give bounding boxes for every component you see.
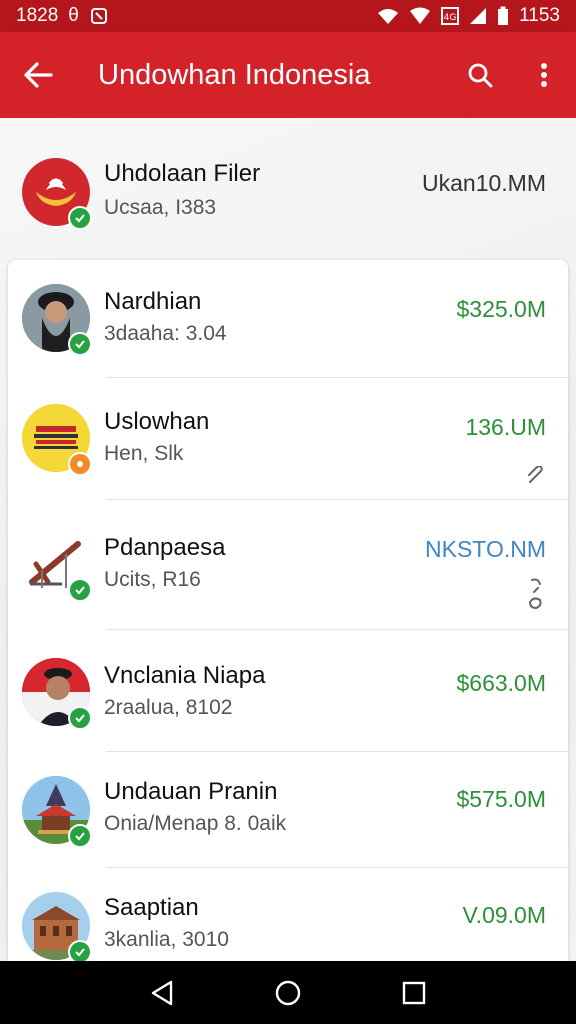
avatar: [22, 892, 92, 961]
item-amount: V.09.0M: [462, 902, 546, 928]
status-time-right: 1153: [519, 5, 560, 26]
item-name: Nardhian: [104, 288, 202, 315]
item-amount: Ukan10.MM: [422, 170, 546, 196]
item-name: Uslowhan: [104, 408, 210, 435]
wifi-icon: [378, 9, 399, 24]
search-icon: [468, 63, 493, 88]
check-badge-icon: [68, 206, 92, 230]
status-bar: 1828 θ 4G 1153: [0, 0, 576, 32]
item-amount: $325.0M: [456, 296, 546, 322]
check-badge-icon: [68, 578, 92, 602]
list-card: Nardhian 3daaha: 3.04 $325.0M Uslowhan H…: [8, 260, 568, 961]
data-icon: 4G: [441, 7, 460, 25]
content-area: Uhdolaan Filer Ucsaa, I383 Ukan10.MM Nar…: [0, 118, 576, 961]
list-item[interactable]: Pdanpaesa Ucits, R16 NKSTO.NM: [0, 500, 576, 630]
status-glyph: θ: [68, 5, 79, 26]
list-item[interactable]: Nardhian 3daaha: 3.04 $325.0M: [0, 260, 576, 378]
item-name: Uhdolaan Filer: [104, 160, 261, 187]
item-subtitle: 3daaha: 3.04: [104, 322, 227, 345]
item-subtitle: 3kanlia, 3010: [104, 928, 229, 951]
list-item-header[interactable]: Uhdolaan Filer Ucsaa, I383 Ukan10.MM: [0, 118, 576, 260]
svg-text:4G: 4G: [444, 13, 457, 23]
avatar: [22, 158, 92, 230]
more-vert-icon: [541, 63, 547, 87]
signal-wifi-icon: [410, 7, 431, 24]
status-time-left: 1828: [16, 5, 59, 26]
recents-nav-icon[interactable]: [401, 980, 427, 1006]
notification-icon: [90, 8, 107, 24]
item-subtitle: Onia/Menap 8. 0aik: [104, 812, 287, 835]
item-subtitle: Ucsaa, I383: [104, 196, 217, 219]
back-nav-icon[interactable]: [149, 979, 175, 1007]
cell-signal-icon: [470, 8, 487, 24]
battery-icon: [498, 6, 509, 25]
item-subtitle: 2raalua, 8102: [104, 696, 233, 719]
item-name: Saaptian: [104, 894, 199, 921]
avatar: [22, 776, 92, 848]
avatar: [22, 404, 92, 476]
item-amount: $575.0M: [456, 786, 546, 812]
status-left: 1828 θ: [16, 5, 109, 27]
check-badge-icon: [68, 332, 92, 356]
arrow-left-icon: [24, 62, 53, 88]
item-name: Pdanpaesa: [104, 534, 226, 561]
item-subtitle: Ucits, R16: [104, 568, 201, 591]
item-amount: NKSTO.NM: [425, 536, 546, 562]
item-name: Vnclania Niapa: [104, 662, 266, 689]
avatar: [22, 530, 92, 602]
item-name: Undauan Pranin: [104, 778, 278, 805]
status-right: 4G 1153: [377, 5, 560, 27]
link-icon[interactable]: [526, 578, 546, 612]
check-badge-icon: [68, 940, 92, 961]
list-item[interactable]: Vnclania Niapa 2raalua, 8102 $663.0M: [0, 630, 576, 752]
more-options-button[interactable]: [512, 32, 576, 118]
item-subtitle: Hen, Slk: [104, 442, 184, 465]
check-badge-icon: [68, 706, 92, 730]
check-badge-icon: [68, 824, 92, 848]
page-title: Undowhan Indonesia: [98, 58, 371, 91]
paperclip-icon[interactable]: [526, 466, 546, 486]
list-item[interactable]: Saaptian 3kanlia, 3010 V.09.0M: [0, 868, 576, 961]
item-amount: $663.0M: [456, 670, 546, 696]
pending-badge-icon: [68, 452, 92, 476]
search-button[interactable]: [448, 32, 512, 118]
avatar: [22, 284, 92, 356]
list-item[interactable]: Uslowhan Hen, Slk 136.UM: [0, 378, 576, 500]
avatar: [22, 658, 92, 730]
item-amount: 136.UM: [465, 414, 546, 440]
back-button[interactable]: [0, 32, 76, 118]
list-item[interactable]: Undauan Pranin Onia/Menap 8. 0aik $575.0…: [0, 752, 576, 868]
home-nav-icon[interactable]: [274, 979, 302, 1007]
navigation-bar: [0, 961, 576, 1024]
app-bar: Undowhan Indonesia: [0, 32, 576, 118]
